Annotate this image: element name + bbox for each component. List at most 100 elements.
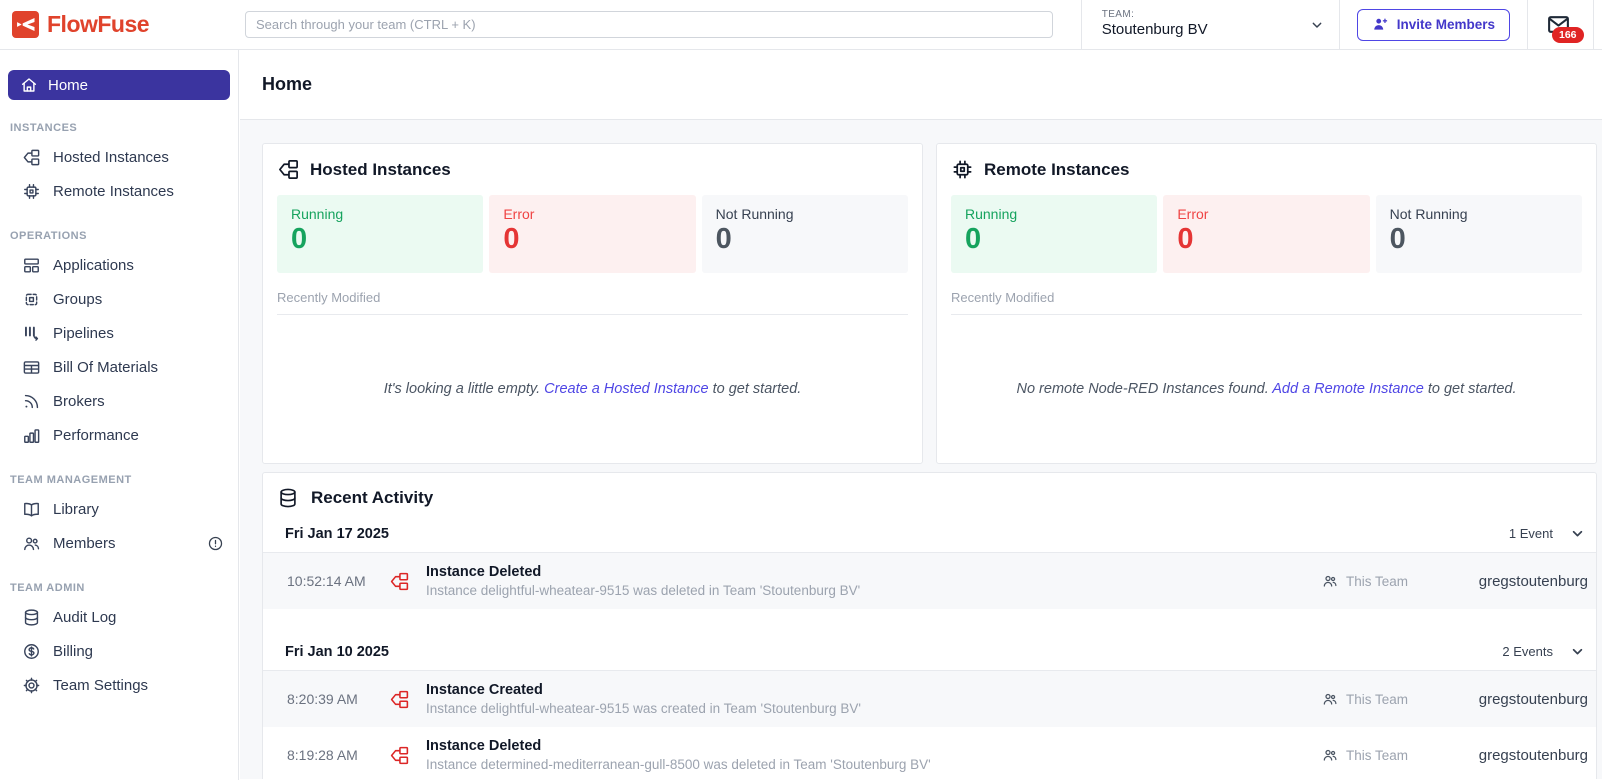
stat-error: Error 0 — [1163, 195, 1370, 273]
event-user: gregstoutenburg — [1478, 746, 1588, 764]
pipelines-icon — [22, 324, 41, 343]
applications-icon — [22, 256, 41, 275]
sidebar-item-label: Performance — [53, 426, 139, 444]
team-name: Stoutenburg BV — [1101, 21, 1208, 39]
stat-label: Running — [291, 206, 344, 222]
section-label-team-management: TEAM MANAGEMENT — [10, 474, 132, 486]
team-settings-icon — [22, 676, 41, 695]
flowfuse-logo[interactable]: FlowFuse — [0, 11, 245, 38]
activity-group-count: 2 Events — [1502, 644, 1553, 659]
invite-members-button[interactable]: Invite Members — [1356, 8, 1510, 41]
event-description: Instance determined-mediterranean-gull-8… — [426, 757, 931, 772]
sidebar-item-label: Brokers — [53, 392, 105, 410]
stat-not-running: Not Running 0 — [1375, 195, 1582, 273]
search-input[interactable] — [245, 11, 1053, 38]
activity-group-header[interactable]: Fri Jan 10 2025 2 Events — [263, 643, 1596, 671]
sidebar-item-applications[interactable]: Applications — [0, 248, 238, 282]
content-area: Hosted Instances Running 0 Error 0 Not R… — [240, 120, 1602, 779]
event-time: 10:52:14 AM — [287, 573, 366, 589]
chevron-down-icon — [1569, 525, 1586, 542]
stat-label: Error — [503, 206, 535, 222]
empty-text: No remote Node-RED Instances found. — [1016, 381, 1273, 397]
sidebar-item-groups[interactable]: Groups — [0, 282, 238, 316]
sidebar-item-hosted-instances[interactable]: Hosted Instances — [0, 140, 238, 174]
main-area: Home Hosted Instances Running 0 Error 0 … — [240, 50, 1602, 780]
card-title: Hosted Instances — [310, 159, 451, 179]
team-icon — [1322, 573, 1338, 589]
event-scope-label: This Team — [1345, 573, 1408, 589]
card-title: Recent Activity — [311, 488, 434, 507]
remote-instances-card: Remote Instances Running 0 Error 0 Not R… — [936, 143, 1597, 464]
team-icon — [1322, 691, 1338, 707]
event-description: Instance delightful-wheatear-9515 was de… — [426, 583, 861, 598]
sidebar-item-label: Team Settings — [53, 676, 149, 694]
sidebar-item-bill-of-materials[interactable]: Bill Of Materials — [0, 350, 238, 384]
sidebar-item-library[interactable]: Library — [0, 492, 238, 526]
brokers-icon — [22, 392, 41, 411]
event-time: 8:20:39 AM — [287, 691, 358, 707]
sidebar-item-pipelines[interactable]: Pipelines — [0, 316, 238, 350]
bill-of-materials-icon — [22, 358, 41, 377]
recently-modified-label: Recently Modified — [951, 290, 1582, 315]
activity-event-row[interactable]: 10:52:14 AM Instance Deleted Instance de… — [263, 553, 1596, 609]
recently-modified-label: Recently Modified — [277, 290, 908, 315]
notification-count-badge: 166 — [1552, 27, 1584, 43]
sidebar-item-label: Groups — [53, 290, 103, 308]
sidebar-item-remote-instances[interactable]: Remote Instances — [0, 174, 238, 208]
stat-label: Error — [1177, 206, 1209, 222]
sidebar-item-home[interactable]: Home — [8, 70, 230, 100]
remote-empty-state: No remote Node-RED Instances found. Add … — [951, 315, 1582, 463]
team-selector[interactable]: TEAM: Stoutenburg BV — [1082, 0, 1339, 49]
sidebar-item-label: Bill Of Materials — [53, 358, 159, 376]
sidebar-item-members[interactable]: Members — [0, 526, 238, 560]
sidebar-item-billing[interactable]: Billing — [0, 634, 238, 668]
instance-event-icon — [389, 689, 410, 710]
sidebar-item-label: Pipelines — [53, 324, 114, 342]
sidebar-item-label: Audit Log — [53, 608, 117, 626]
stat-value: 0 — [965, 223, 982, 255]
notifications-button[interactable]: 166 — [1528, 0, 1593, 49]
activity-group-header[interactable]: Fri Jan 17 2025 1 Event — [263, 525, 1596, 553]
team-label: TEAM: — [1101, 8, 1135, 20]
members-icon — [22, 534, 41, 553]
chevron-down-icon — [1312, 22, 1322, 28]
activity-event-row[interactable]: 8:20:39 AM Instance Created Instance del… — [263, 671, 1596, 727]
remote-instances-icon — [953, 160, 972, 179]
hosted-instances-icon — [279, 160, 298, 179]
sidebar-item-brokers[interactable]: Brokers — [0, 384, 238, 418]
flowfuse-logo-icon — [12, 11, 39, 38]
team-icon — [1322, 747, 1338, 763]
page-header: Home — [240, 50, 1602, 120]
groups-icon — [22, 290, 41, 309]
sidebar-item-label: Remote Instances — [53, 182, 174, 200]
sidebar-item-team-settings[interactable]: Team Settings — [0, 668, 238, 702]
sidebar-item-audit-log[interactable]: Audit Log — [0, 600, 238, 634]
activity-group-date: Fri Jan 17 2025 — [285, 525, 389, 542]
instance-event-icon — [389, 745, 410, 766]
activity-group-date: Fri Jan 10 2025 — [285, 643, 389, 660]
recent-activity-icon — [280, 488, 296, 508]
event-title: Instance Created — [426, 682, 543, 698]
event-scope-label: This Team — [1345, 747, 1408, 763]
sidebar-item-label: Applications — [53, 256, 134, 274]
sidebar-item-label: Billing — [53, 642, 94, 660]
create-hosted-instance-link[interactable]: Create a Hosted Instance — [544, 381, 708, 397]
sidebar-item-performance[interactable]: Performance — [0, 418, 238, 452]
logo-text: FlowFuse — [47, 11, 150, 37]
stat-value: 0 — [503, 223, 520, 255]
chevron-down-icon — [1569, 643, 1586, 660]
add-remote-instance-link[interactable]: Add a Remote Instance — [1272, 381, 1424, 397]
sidebar-item-label: Hosted Instances — [53, 148, 169, 166]
stat-label: Running — [965, 206, 1018, 222]
alert-icon — [207, 535, 224, 552]
activity-event-row[interactable]: 8:19:28 AM Instance Deleted Instance det… — [263, 727, 1596, 779]
hosted-empty-state: It's looking a little empty. Create a Ho… — [277, 315, 908, 463]
home-icon — [21, 78, 37, 92]
sidebar-item-label: Members — [53, 534, 116, 552]
stat-value: 0 — [1177, 223, 1194, 255]
empty-text: It's looking a little empty. — [383, 381, 545, 397]
event-user: gregstoutenburg — [1478, 572, 1588, 590]
stat-label: Not Running — [715, 206, 794, 222]
event-title: Instance Deleted — [426, 564, 542, 580]
stat-running: Running 0 — [951, 195, 1158, 273]
